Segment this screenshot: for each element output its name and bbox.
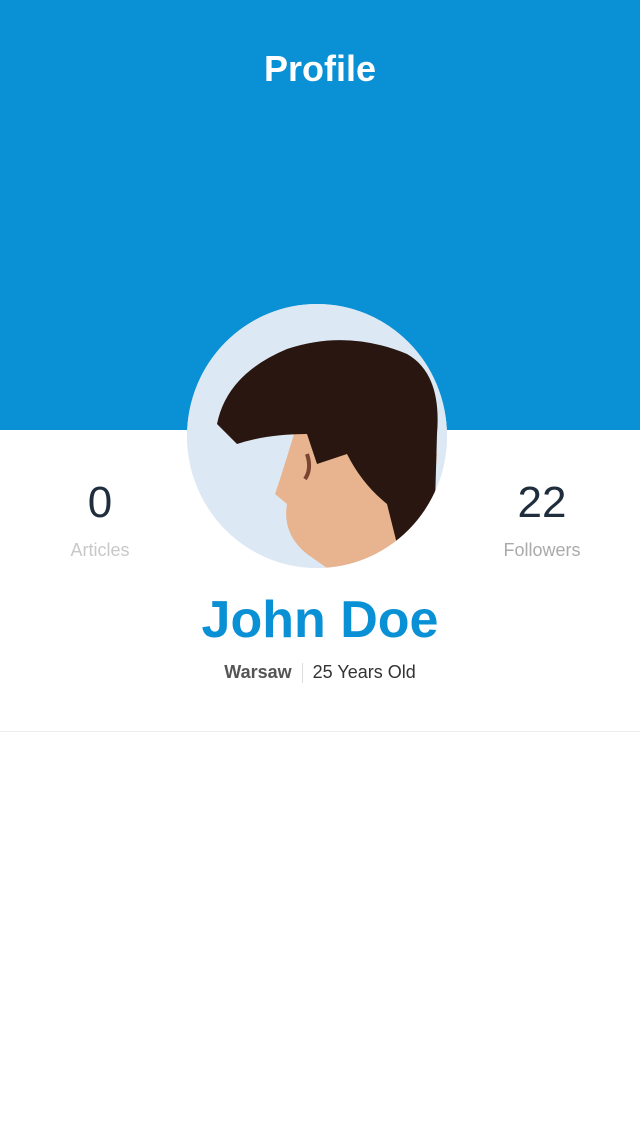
articles-label: Articles: [70, 540, 130, 560]
stat-articles[interactable]: 0 Articles: [0, 478, 200, 561]
profile-age: 25 Years Old: [312, 662, 416, 682]
profile-meta: Warsaw 25 Years Old: [0, 662, 640, 684]
divider: [0, 731, 640, 732]
avatar: [187, 304, 447, 568]
followers-label: Followers: [503, 540, 581, 560]
profile-city: Warsaw: [224, 662, 292, 682]
meta-separator: [301, 663, 303, 684]
articles-count: 0: [87, 478, 113, 527]
followers-count: 22: [517, 478, 567, 527]
page-title: Profile: [263, 48, 377, 89]
stat-followers[interactable]: 22 Followers: [442, 478, 640, 561]
profile-name: John Doe: [201, 591, 439, 649]
